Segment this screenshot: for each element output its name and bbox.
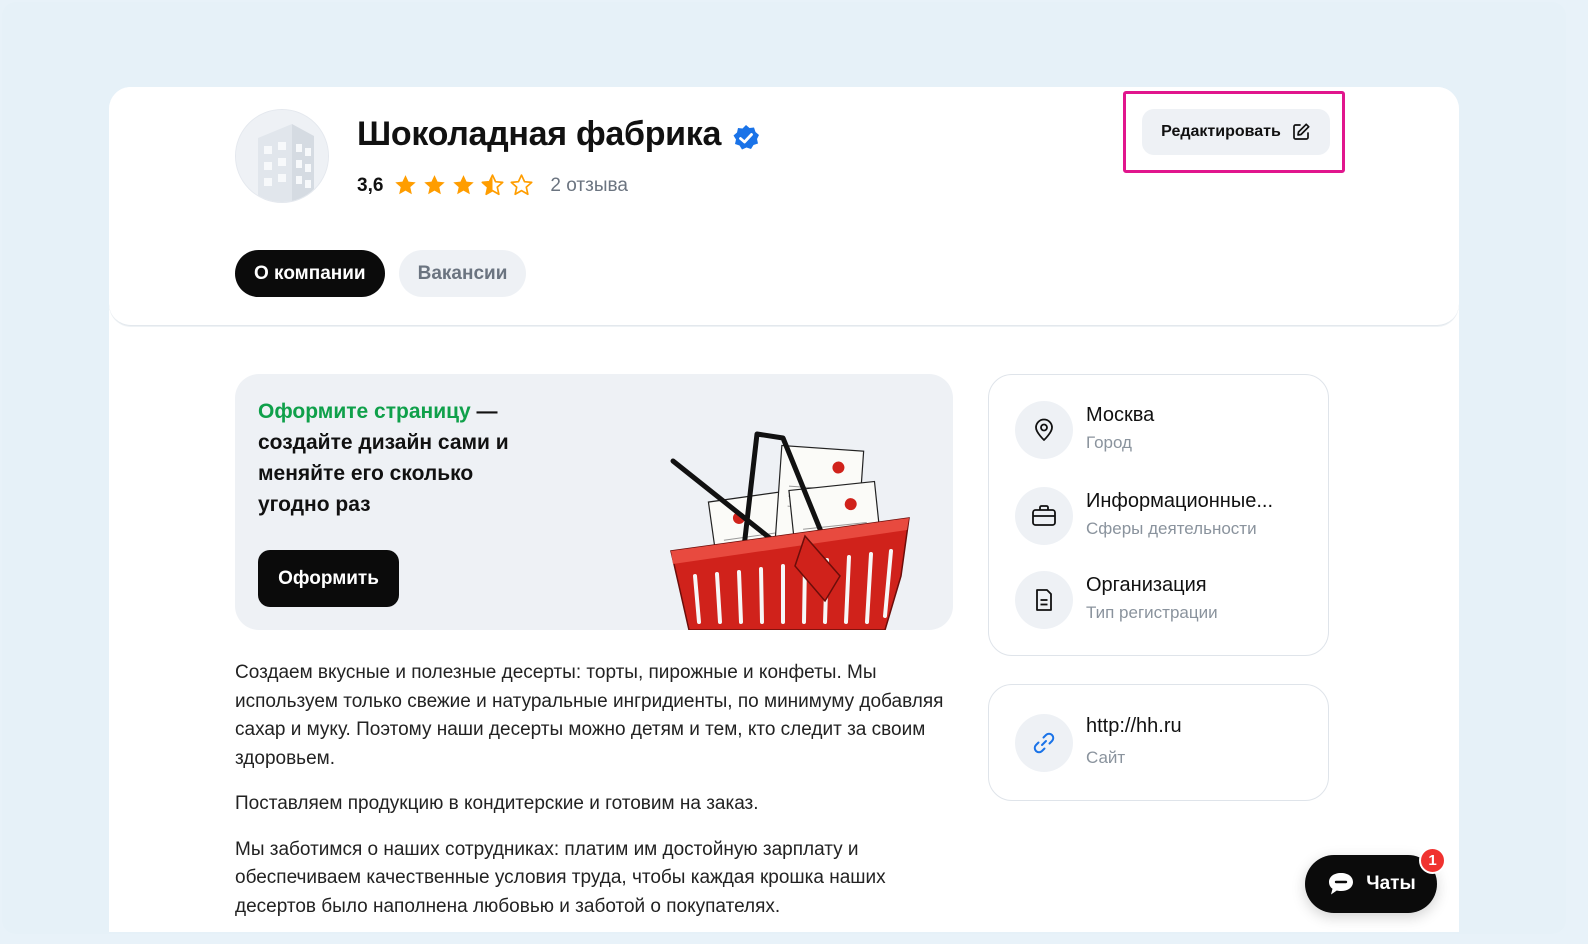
verified-badge-icon — [731, 123, 761, 153]
rating-value: 3,6 — [357, 174, 384, 196]
info-item-site[interactable]: http://hh.ru Сайт — [1015, 714, 1182, 772]
info-subtitle: Сферы деятельности — [1086, 519, 1257, 538]
basket-illustration — [670, 431, 910, 630]
description-paragraph: Мы заботимся о наших сотрудниках: платим… — [235, 838, 886, 917]
company-logo — [235, 109, 329, 203]
info-title: Организация — [1086, 574, 1207, 596]
company-name: Шоколадная фабрика — [357, 115, 761, 154]
edit-button[interactable]: Редактировать — [1142, 109, 1330, 155]
chats-unread-badge: 1 — [1419, 847, 1446, 874]
chats-button-label: Чаты — [1366, 873, 1416, 894]
company-name-text: Шоколадная фабрика — [357, 115, 722, 153]
info-title: Информационные... — [1086, 490, 1274, 512]
rating-stars — [393, 173, 534, 198]
company-page-card: Шоколадная фабрика 3,6 2 отзыва Редактир… — [109, 87, 1459, 932]
info-subtitle: Тип регистрации — [1086, 603, 1218, 622]
edit-button-label: Редактировать — [1161, 123, 1281, 140]
info-title: Москва — [1086, 404, 1155, 426]
star-full-icon — [453, 175, 475, 195]
star-full-icon — [395, 175, 417, 195]
tab-vacancies[interactable]: Вакансии — [398, 250, 527, 297]
design-promo-banner: Оформите страницу — создайте дизайн сами… — [235, 374, 953, 630]
reviews-link[interactable]: 2 отзыва — [550, 175, 628, 197]
promo-text: Оформите страницу — создайте дизайн сами… — [258, 396, 528, 520]
briefcase-icon — [1015, 487, 1073, 545]
design-button[interactable]: Оформить — [258, 550, 399, 607]
info-item-industry[interactable]: Информационные... Сферы деятельности — [1015, 487, 1273, 545]
rating-row: 3,6 2 отзыва — [357, 173, 628, 198]
tab-about[interactable]: О компании — [235, 250, 385, 297]
description-paragraph: Создаем вкусные и полезные десерты: торт… — [235, 662, 944, 769]
document-icon — [1015, 571, 1073, 629]
pencil-icon — [1292, 123, 1310, 140]
chat-bubble-icon — [1329, 873, 1354, 895]
chats-button[interactable]: Чаты — [1305, 855, 1437, 913]
company-tabs: О компании Вакансии — [235, 250, 527, 297]
star-empty-icon — [510, 174, 533, 196]
company-header: Шоколадная фабрика 3,6 2 отзыва Редактир… — [109, 87, 1459, 326]
company-site-card: http://hh.ru Сайт — [988, 684, 1329, 801]
info-item-city: Москва Город — [1015, 401, 1154, 459]
company-info-card: Москва Город Информационные... Сферы дея… — [988, 374, 1329, 656]
link-icon — [1015, 714, 1073, 772]
info-subtitle: Сайт — [1086, 748, 1126, 767]
site-url[interactable]: http://hh.ru — [1086, 712, 1182, 740]
company-description: Создаем вкусные и полезные десерты: торт… — [235, 659, 965, 938]
star-half-icon — [481, 174, 504, 196]
star-full-icon — [424, 175, 446, 195]
info-subtitle: Город — [1086, 433, 1132, 452]
promo-accent-text: Оформите страницу — [258, 400, 471, 423]
location-pin-icon — [1015, 401, 1073, 459]
description-paragraph: Поставляем продукцию в кондитерские и го… — [235, 793, 759, 814]
info-item-registration: Организация Тип регистрации — [1015, 571, 1218, 629]
